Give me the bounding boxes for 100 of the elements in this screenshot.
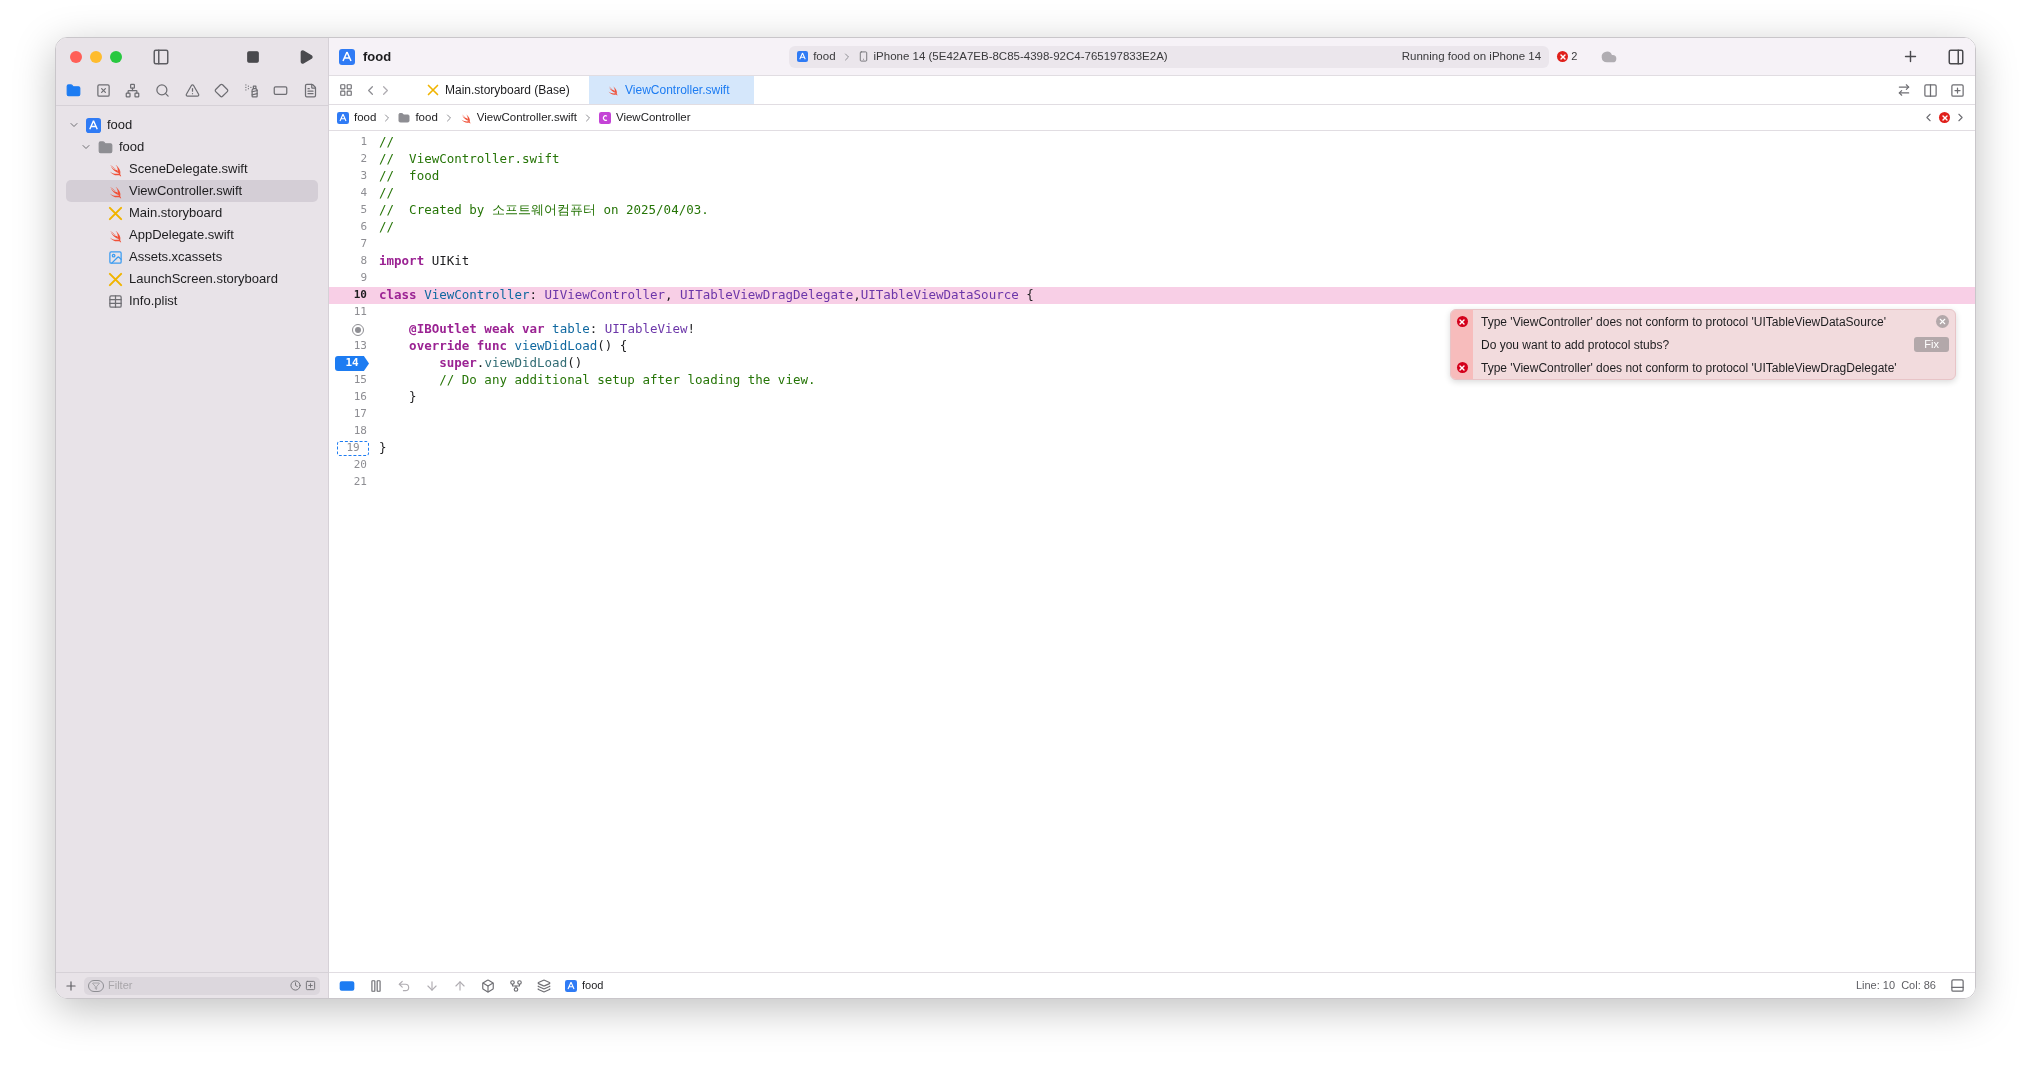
app-icon [337,111,349,124]
navigator-item[interactable]: food [66,136,318,158]
table-icon [108,293,123,309]
step-into-icon[interactable] [425,978,439,993]
phone-icon [857,51,869,62]
debug-target[interactable]: food [582,977,604,994]
navigator-item[interactable]: LaunchScreen.storyboard [66,268,318,290]
code-line: } [379,439,387,458]
line-number: 16 [353,389,368,406]
warning-icon[interactable] [184,83,200,98]
code-line: // [379,133,395,152]
navigator-item[interactable]: Assets.xcassets [66,246,318,268]
line-number: 4 [360,185,368,202]
cursor-position: Line: 10 Col: 86 [1855,978,1936,994]
line-number: 10 [353,287,368,304]
error-icon[interactable] [1557,51,1569,62]
view-debugger-icon[interactable] [481,978,495,993]
app-icon [797,51,809,62]
filter-options-icon[interactable] [305,980,316,991]
cross-icon [427,84,439,96]
sidebar-toggle-icon[interactable] [152,48,170,66]
image-icon [108,249,123,265]
memory-graph-icon[interactable] [509,978,523,993]
class-icon [598,111,611,124]
code-line: import UIKit [379,252,470,271]
code-line: // [379,218,395,237]
debug-area-toggle-icon[interactable] [1950,978,1965,993]
line-number: 15 [353,372,368,389]
breadcrumb-item[interactable]: food [415,108,438,127]
clock-icon[interactable] [290,980,301,991]
folder-icon [398,111,411,124]
breadcrumb-item[interactable]: ViewController.swift [476,108,577,127]
editor-options-icon[interactable] [1923,82,1938,98]
breadcrumb-item[interactable]: food [354,108,377,127]
code-line: } [408,388,417,407]
line-number: 2 [360,151,368,168]
code-line: // [379,184,395,203]
line-number: 5 [360,202,368,219]
grid-icon[interactable] [339,83,353,97]
code-line: @IBOutlet weak var table: UITableView! [408,320,696,339]
breadcrumb-item[interactable]: ViewController [615,108,691,127]
navigator-item[interactable]: food [66,114,318,136]
navigator-item[interactable]: AppDelegate.swift [66,224,318,246]
document-icon[interactable] [303,83,318,98]
run-icon[interactable] [298,49,314,65]
editor-tab[interactable]: Main.storyboard (Base) [409,76,589,104]
cross-icon [108,271,123,287]
cross-icon [108,205,123,221]
environment-icon[interactable] [537,978,551,993]
navigator-item[interactable]: Info.plist [66,290,318,312]
code-line: super.viewDidLoad() [438,354,583,373]
line-number: 20 [353,457,368,474]
add-icon[interactable] [1902,48,1919,65]
error-count[interactable]: 2 [1571,48,1578,65]
code-line: // Created by 소프트웨어컴퓨터 on 2025/04/03. [379,201,709,220]
add-editor-icon[interactable] [1950,82,1965,98]
line-number: 21 [353,474,368,491]
line-number: 17 [353,406,368,423]
line-number: 7 [360,236,368,253]
square-x-icon[interactable] [95,83,111,98]
line-number: 9 [360,270,368,287]
fix-suggestion: Do you want to add protocol stubs? [1481,336,1670,354]
line-number: 3 [360,168,368,185]
close-window-button[interactable] [70,51,82,63]
stop-icon[interactable] [246,50,260,64]
error-message: Type 'ViewController' does not conform to protocol 'UITableViewDataSource' [1481,313,1886,331]
step-over-icon[interactable] [397,978,411,993]
code-line: // Do any additional setup after loading the view. [438,371,816,390]
swap-icon[interactable] [1897,83,1911,97]
search-icon[interactable] [154,83,170,98]
close-icon[interactable] [1936,315,1949,328]
error-icon [1456,362,1468,373]
app-icon [339,48,355,65]
diamond-icon[interactable] [214,83,230,98]
line-number: 8 [360,253,368,270]
app-icon [565,979,577,992]
navigator-item[interactable]: ViewController.swift [66,180,318,202]
breakpoint-marker[interactable]: 14 [335,356,369,371]
pause-icon[interactable] [369,978,383,993]
code-line: class ViewController: UIViewController, UITableViewDragDelegate,UITableViewDataSource { [379,286,1034,305]
error-icon [1456,316,1468,327]
inspector-toggle-icon[interactable] [1947,47,1965,66]
step-out-icon[interactable] [453,978,467,993]
hierarchy-icon[interactable] [125,83,141,98]
line-number: 18 [353,423,368,440]
capsule-icon[interactable] [273,83,289,98]
line-number: 11 [353,304,368,321]
line-number: 13 [353,338,368,355]
folder-icon[interactable] [66,83,81,98]
error-icon[interactable] [1939,112,1950,123]
project-title: food [363,47,392,66]
spray-icon[interactable] [243,83,259,98]
navigator-item[interactable]: SceneDelegate.swift [66,158,318,180]
device-label[interactable]: iPhone 14 (5E42A7EB-8C85-4398-92C4-765197833E2A) [873,47,1168,66]
line-number: 1 [360,134,368,151]
error-message: Type 'ViewController' does not conform to protocol 'UITableViewDragDelegate' [1481,359,1897,377]
code-line: override func viewDidLoad() { [408,337,628,356]
navigator-item[interactable]: Main.storyboard [66,202,318,224]
line-number: 6 [360,219,368,236]
scheme-label[interactable]: food [813,47,836,66]
